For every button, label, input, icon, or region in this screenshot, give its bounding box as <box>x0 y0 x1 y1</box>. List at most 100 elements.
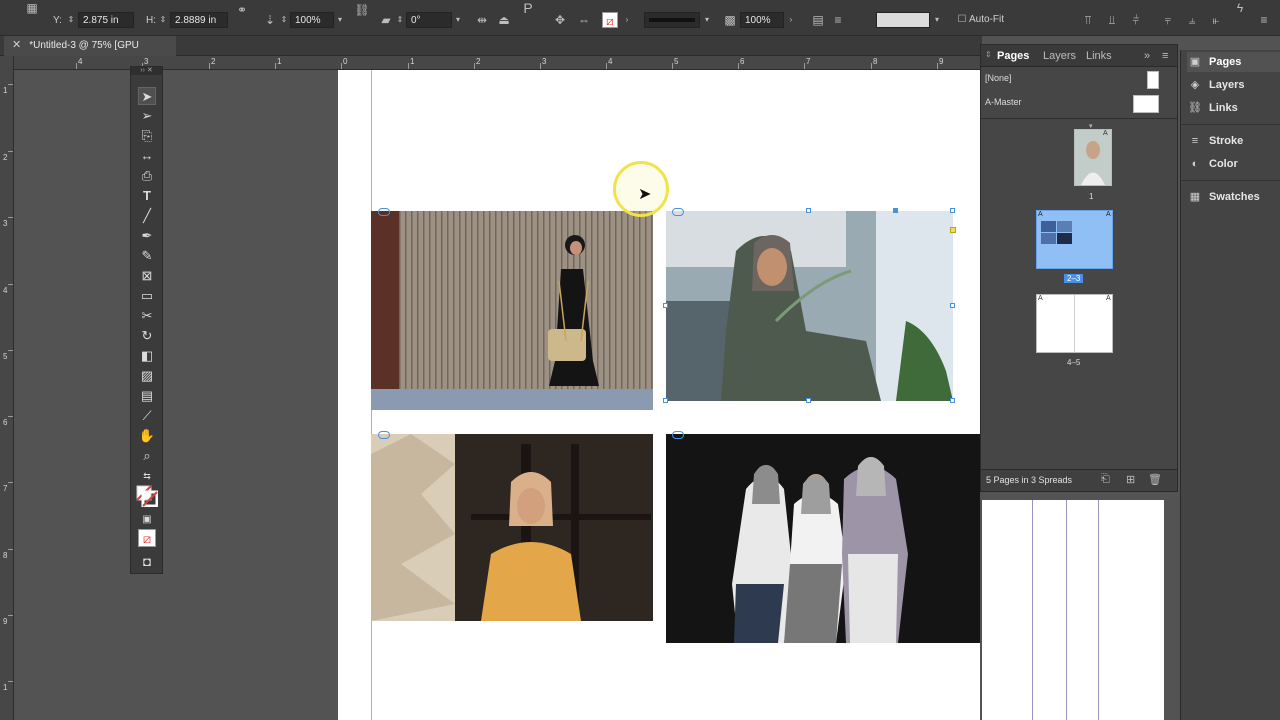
formatting-affects-icon[interactable]: ▣ T <box>138 511 156 543</box>
apply-none-icon[interactable]: ⧄ <box>138 529 156 547</box>
scale-y-stepper[interactable]: ⇕ <box>279 12 289 28</box>
object-style-dropdown[interactable]: ▾ <box>932 12 942 28</box>
selection-tool-icon[interactable]: ➤ <box>138 87 156 105</box>
note-tool-icon[interactable]: ▤ <box>138 387 156 405</box>
align-icon[interactable]: ≡ <box>830 12 846 28</box>
rectangle-tool-icon[interactable]: ▭ <box>138 287 156 305</box>
distribute-icon[interactable]: ⇔ <box>576 12 592 28</box>
rotate-stepper[interactable]: ⇕ <box>395 12 405 28</box>
gap-tool-icon[interactable]: ↔ <box>138 147 156 165</box>
move-icon[interactable]: ✥ <box>552 12 568 28</box>
control-bar-menu-icon[interactable]: ≡ <box>1256 12 1272 28</box>
edit-page-size-icon[interactable]: ⎗ <box>1101 473 1110 486</box>
distribute-bottom-icon[interactable]: ⫦ <box>1208 12 1224 28</box>
photo-mustard-sweater[interactable] <box>371 434 653 621</box>
content-collector-tool-icon[interactable]: ⎙ <box>138 167 156 185</box>
panel-collapse-icon[interactable]: ⇕ <box>985 50 992 59</box>
rotate-dropdown[interactable]: ▾ <box>453 12 463 28</box>
panel-menu-icon[interactable]: ≡ <box>1162 50 1168 62</box>
selection-handle[interactable] <box>663 303 668 308</box>
dock-stroke[interactable]: ≡ Stroke <box>1187 131 1280 151</box>
reference-point-icon[interactable]: ▦ <box>24 0 40 16</box>
link-scale-icon[interactable]: ⛓ <box>354 2 370 18</box>
spread-4-5-thumbnail[interactable]: A A <box>1036 294 1113 353</box>
gradient-swatch-tool-icon[interactable]: ◧ <box>138 347 156 365</box>
eyedropper-tool-icon[interactable]: ⟋ <box>138 407 156 425</box>
panel-expand-icon[interactable]: » <box>1144 50 1150 62</box>
align-bottom-icon[interactable]: ⫩ <box>1128 12 1144 28</box>
tab-links[interactable]: Links <box>1086 50 1112 62</box>
photo-green-hijab[interactable] <box>666 211 953 401</box>
object-style-field[interactable] <box>876 12 930 28</box>
stroke-style-dropdown[interactable]: ▾ <box>702 12 712 28</box>
swap-fill-stroke-icon[interactable]: ⇆ <box>138 467 156 485</box>
dock-swatches[interactable]: ▦ Swatches <box>1187 187 1280 207</box>
y-field[interactable]: 2.875 in <box>78 12 134 28</box>
align-top-icon[interactable]: ⫪ <box>1080 12 1096 28</box>
selection-handle[interactable] <box>806 208 811 213</box>
stroke-style-field[interactable] <box>644 12 700 28</box>
page-1-thumbnail[interactable]: A <box>1074 129 1112 186</box>
selection-handle[interactable] <box>950 208 955 213</box>
constrain-proportions-icon[interactable]: ⚭ <box>234 2 250 18</box>
selection-handle[interactable] <box>893 208 898 213</box>
selection-handle[interactable] <box>806 398 811 403</box>
tools-panel-grip[interactable]: ›› ✕ <box>131 67 162 75</box>
tab-pages[interactable]: Pages <box>997 50 1029 62</box>
zoom-tool-icon[interactable]: ⌕ <box>138 447 156 465</box>
link-badge-icon[interactable] <box>672 431 684 439</box>
dock-links[interactable]: ⛓ Links <box>1187 98 1280 118</box>
fill-none-icon[interactable]: ⧄ <box>602 12 618 28</box>
dock-color[interactable]: ◐ Color <box>1187 154 1280 174</box>
photo-abaya-bamboo-wall[interactable] <box>371 211 653 410</box>
flip-vertical-icon[interactable]: ⏏ <box>496 12 512 28</box>
rotate-field[interactable]: 0° <box>406 12 452 28</box>
h-stepper[interactable]: ⇕ <box>158 12 168 28</box>
line-tool-icon[interactable]: ╱ <box>138 207 156 225</box>
align-middle-icon[interactable]: ⫫ <box>1104 12 1120 28</box>
new-page-icon[interactable]: ⊞ <box>1126 473 1135 486</box>
y-stepper[interactable]: ⇕ <box>66 12 76 28</box>
pencil-tool-icon[interactable]: ✎ <box>138 247 156 265</box>
pen-tool-icon[interactable]: ✒ <box>138 227 156 245</box>
tab-layers[interactable]: Layers <box>1043 50 1076 62</box>
spread-2-3-thumbnail[interactable]: A A <box>1036 210 1113 269</box>
document-tab[interactable]: ✕*Untitled-3 @ 75% [GPU Preview] <box>4 36 176 70</box>
content-grabber-handle[interactable] <box>950 227 956 233</box>
distribute-middle-icon[interactable]: ⫨ <box>1184 12 1200 28</box>
photo-three-women[interactable] <box>666 434 980 643</box>
autofit-checkbox[interactable]: ☐ <box>954 12 970 28</box>
rotate-tool-icon[interactable]: ↻ <box>138 327 156 345</box>
hand-tool-icon[interactable]: ✋ <box>138 427 156 445</box>
master-none-row[interactable]: [None] <box>981 69 1177 93</box>
scale-y-dropdown[interactable]: ▾ <box>335 12 345 28</box>
delete-page-icon[interactable]: 🗑 <box>1148 473 1162 486</box>
opacity-dropdown[interactable]: › <box>786 12 796 28</box>
h-field[interactable]: 2.8889 in <box>170 12 228 28</box>
distribute-top-icon[interactable]: ⫧ <box>1160 12 1176 28</box>
screen-mode-icon[interactable]: ◘ <box>138 553 156 571</box>
gradient-feather-tool-icon[interactable]: ▨ <box>138 367 156 385</box>
direct-selection-tool-icon[interactable]: ➢ <box>138 107 156 125</box>
dock-layers[interactable]: ◈ Layers <box>1187 75 1280 95</box>
p-icon[interactable]: P <box>520 0 536 16</box>
vertical-ruler[interactable]: 1 2 3 4 5 6 7 8 9 1 <box>0 56 14 720</box>
link-badge-icon[interactable] <box>378 208 390 216</box>
type-tool-icon[interactable]: T <box>138 187 156 205</box>
selection-handle[interactable] <box>950 303 955 308</box>
a-master-row[interactable]: A-Master <box>981 93 1177 117</box>
close-tab-icon[interactable]: ✕ <box>12 39 21 51</box>
wrap-icon[interactable]: ▤ <box>810 12 826 28</box>
opacity-field[interactable]: 100% <box>740 12 784 28</box>
dock-pages[interactable]: ▣ Pages <box>1187 52 1280 72</box>
scissors-tool-icon[interactable]: ✂ <box>138 307 156 325</box>
page-tool-icon[interactable]: ⎘ <box>138 127 156 145</box>
fill-dropdown[interactable]: › <box>622 12 632 28</box>
selection-handle[interactable] <box>950 398 955 403</box>
selection-handle[interactable] <box>663 398 668 403</box>
rectangle-frame-tool-icon[interactable]: ⊠ <box>138 267 156 285</box>
scale-y-field[interactable]: 100% <box>290 12 334 28</box>
flip-horizontal-icon[interactable]: ⇹ <box>474 12 490 28</box>
fill-stroke-icon[interactable] <box>136 485 159 508</box>
link-badge-icon[interactable] <box>378 431 390 439</box>
